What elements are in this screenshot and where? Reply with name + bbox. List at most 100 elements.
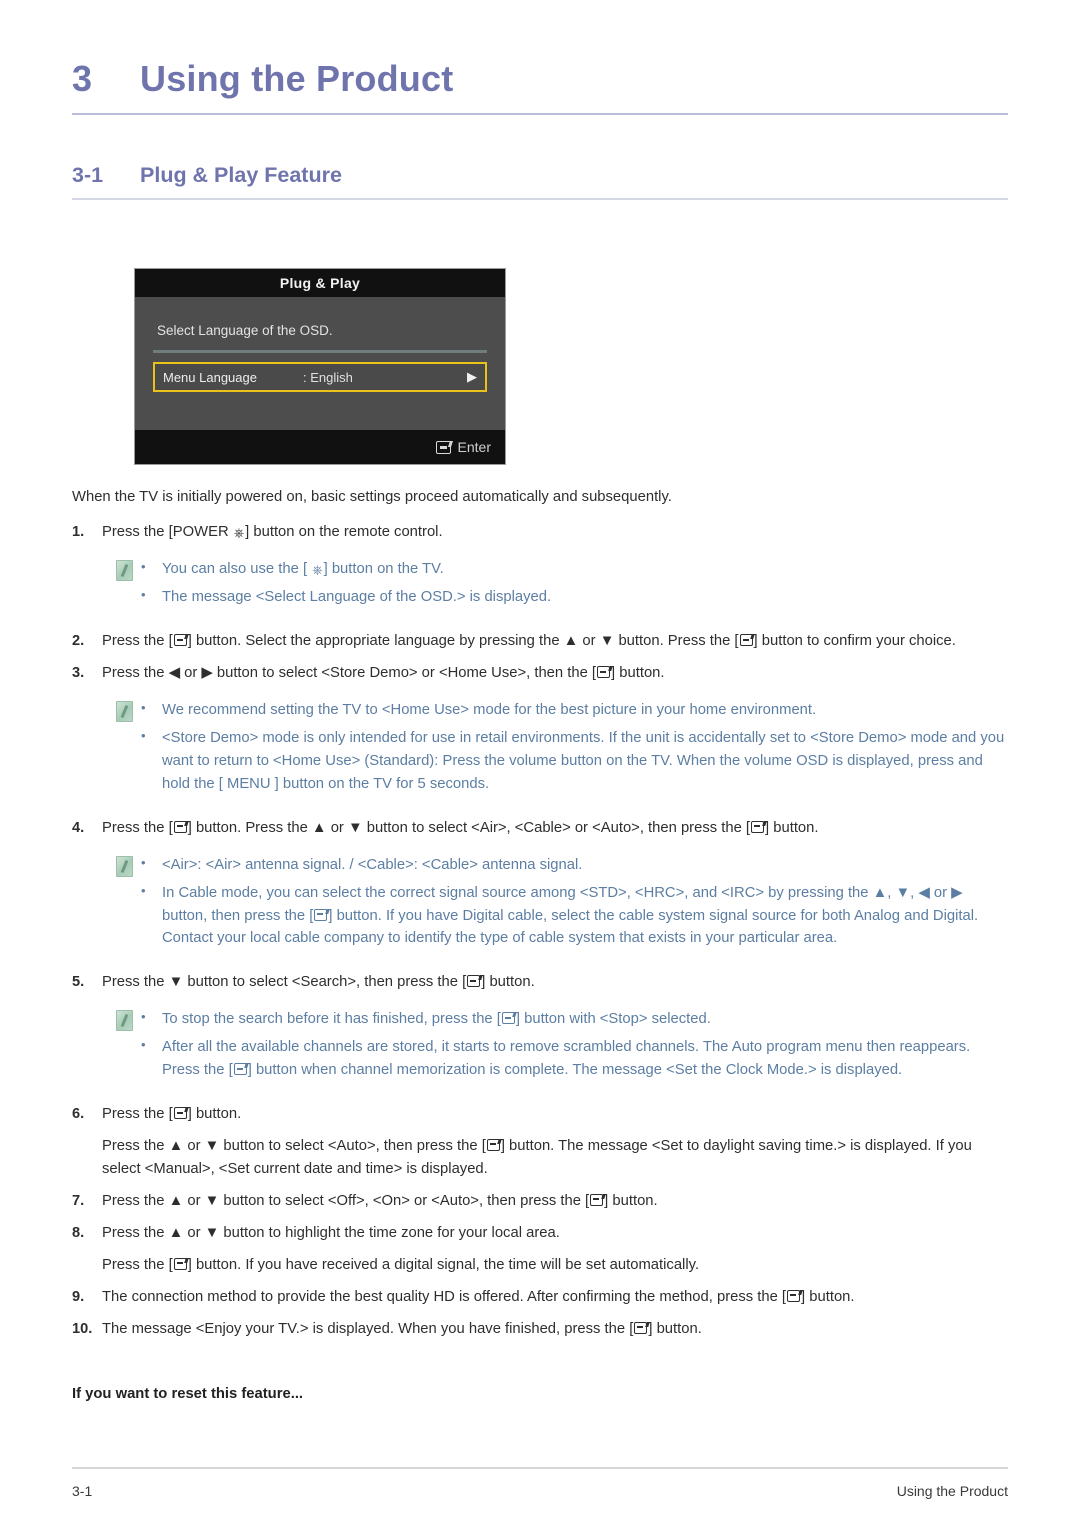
- step-4: 4. Press the [] button. Press the ▲ or ▼…: [72, 817, 1008, 840]
- osd-footer-label: Enter: [457, 439, 491, 455]
- note-list-4: To stop the search before it has finishe…: [134, 1007, 1008, 1087]
- enter-key-icon: [173, 820, 187, 833]
- step-4-number: 4.: [72, 819, 85, 836]
- footer-page-number: 3-1: [72, 1483, 93, 1499]
- section-divider: [72, 198, 1008, 200]
- note-2-item-1: We recommend setting the TV to <Home Use…: [134, 698, 1008, 722]
- chapter-divider: [72, 113, 1008, 115]
- step-3-seg2: ] button.: [611, 665, 665, 682]
- step-6: 6. Press the [] button.: [72, 1103, 1008, 1126]
- chevron-right-icon: ▶: [467, 369, 477, 384]
- footer-divider: [72, 1467, 1008, 1469]
- step-9: 9. The connection method to provide the …: [72, 1286, 1008, 1309]
- step-9-seg1: The connection method to provide the bes…: [102, 1288, 787, 1305]
- note-block-3: <Air>: <Air> antenna signal. / <Cable>: …: [72, 853, 1008, 956]
- osd-title: Plug & Play: [135, 269, 505, 297]
- note-1-item-1-seg1: You can also use the [: [162, 561, 312, 578]
- note-4-item-2-seg2: ] button when channel memorization is co…: [247, 1062, 903, 1079]
- step-2: 2. Press the [] button. Select the appro…: [72, 630, 1008, 653]
- step-7-seg2: ] button.: [604, 1192, 658, 1209]
- section-title: Plug & Play Feature: [140, 163, 342, 187]
- enter-key-icon: [173, 634, 187, 647]
- reset-feature-heading: If you want to reset this feature...: [72, 1386, 304, 1403]
- step-8-text: Press the ▲ or ▼ button to highlight the…: [102, 1224, 560, 1241]
- note-4-item-1: To stop the search before it has finishe…: [134, 1007, 1008, 1031]
- enter-key-icon: [233, 1063, 247, 1076]
- step-6-seg1: Press the [: [102, 1106, 173, 1123]
- note-pencil-icon: [116, 560, 133, 582]
- enter-key-icon: [173, 1107, 187, 1120]
- step-9-number: 9.: [72, 1288, 85, 1305]
- osd-prompt-text: Select Language of the OSD.: [157, 323, 333, 338]
- note-icon-col-1: [72, 558, 134, 614]
- note-block-4: To stop the search before it has finishe…: [72, 1007, 1008, 1087]
- note-4-item-2: After all the available channels are sto…: [134, 1035, 1008, 1082]
- chapter-number: 3: [72, 58, 93, 99]
- note-1-item-1: You can also use the [ ⎈] button on the …: [134, 557, 1008, 581]
- step-4-seg2: ] button. Press the ▲ or ▼ button to sel…: [187, 819, 751, 836]
- note-icon-col-3: [72, 854, 134, 956]
- step-2-text: Press the [ ] button. Select the appropri…: [102, 630, 1008, 653]
- osd-figure: Plug & Play Select Language of the OSD. …: [134, 268, 1008, 465]
- osd-row-label: Menu Language: [163, 369, 257, 385]
- osd-divider: [153, 350, 487, 353]
- note-block-1: You can also use the [ ⎈] button on the …: [72, 557, 1008, 614]
- section-number: 3-1: [72, 163, 104, 187]
- osd-footer: Enter: [135, 430, 505, 464]
- chapter-heading: 3 Using the Product: [72, 0, 1008, 100]
- enter-key-icon: [739, 634, 753, 647]
- enter-key-icon: [314, 908, 328, 921]
- enter-key-icon: [590, 1193, 604, 1206]
- step-7-seg1: Press the ▲ or ▼ button to select <Off>,…: [102, 1192, 590, 1209]
- step-3-text: Press the ◀ or ▶ button to select <Store…: [102, 662, 1008, 685]
- note-list-2: We recommend setting the TV to <Home Use…: [134, 698, 1008, 801]
- enter-key-icon: [501, 1012, 515, 1025]
- step-7-text: Press the ▲ or ▼ button to select <Off>,…: [102, 1190, 1008, 1213]
- enter-key-icon: [597, 666, 611, 679]
- step-6-text: Press the [] button.: [102, 1103, 1008, 1126]
- step-8-substep-seg1: Press the [: [102, 1256, 173, 1273]
- osd-menu-language-row[interactable]: Menu Language : English ▶: [153, 362, 487, 392]
- enter-key-icon: [173, 1257, 187, 1270]
- note-block-2: We recommend setting the TV to <Home Use…: [72, 698, 1008, 801]
- note-icon-col-4: [72, 1008, 134, 1087]
- step-5-number: 5.: [72, 974, 85, 991]
- step-6-substep-seg1: Press the ▲ or ▼ button to select <Auto>…: [102, 1137, 486, 1154]
- step-4-seg3: ] button.: [765, 819, 819, 836]
- document-page: 3 Using the Product 3-1 Plug & Play Feat…: [0, 0, 1080, 1527]
- step-10-seg2: ] button.: [648, 1320, 702, 1337]
- osd-panel: Plug & Play Select Language of the OSD. …: [134, 268, 506, 465]
- step-10-seg1: The message <Enjoy your TV.> is displaye…: [102, 1320, 634, 1337]
- page-footer: 3-1 Using the Product: [72, 1467, 1008, 1499]
- note-3-item-1: <Air>: <Air> antenna signal. / <Cable>: …: [134, 853, 1008, 877]
- enter-key-icon: [751, 820, 765, 833]
- note-icon-col-2: [72, 699, 134, 801]
- step-8: 8. Press the ▲ or ▼ button to highlight …: [72, 1222, 1008, 1245]
- step-2-seg1: Press the [: [102, 633, 173, 650]
- section-heading: 3-1 Plug & Play Feature: [72, 163, 1008, 188]
- footer-chapter-name: Using the Product: [896, 1483, 1008, 1499]
- step-2-seg2: ] button. Select the appropriate languag…: [187, 633, 739, 650]
- note-1-item-2: The message <Select Language of the OSD.…: [134, 585, 1008, 609]
- step-1-number: 1.: [72, 524, 85, 541]
- step-10-number: 10.: [72, 1320, 93, 1337]
- intro-paragraph: When the TV is initially powered on, bas…: [72, 489, 672, 505]
- step-4-text: Press the [] button. Press the ▲ or ▼ bu…: [102, 817, 1008, 840]
- osd-spacer: [153, 392, 487, 430]
- enter-key-icon: [435, 440, 451, 454]
- enter-key-icon: [467, 975, 481, 988]
- note-pencil-icon: [116, 1010, 133, 1032]
- step-1-seg2: ] button on the remote control.: [245, 524, 443, 541]
- enter-key-icon: [634, 1321, 648, 1334]
- step-3-number: 3.: [72, 665, 85, 682]
- enter-key-icon: [486, 1138, 500, 1151]
- step-8-substep-seg2: ] button. If you have received a digital…: [187, 1256, 700, 1273]
- osd-row-value: : English: [303, 369, 353, 385]
- step-8-substep: Press the [ ] button. If you have receive…: [102, 1254, 1008, 1277]
- note-3-item-2: In Cable mode, you can select the correc…: [134, 881, 1008, 951]
- note-pencil-icon: [116, 855, 133, 877]
- note-list-3: <Air>: <Air> antenna signal. / <Cable>: …: [134, 853, 1008, 956]
- chapter-title: Using the Product: [140, 58, 454, 99]
- step-3-seg1: Press the ◀ or ▶ button to select <Store…: [102, 665, 597, 682]
- step-6-number: 6.: [72, 1106, 85, 1123]
